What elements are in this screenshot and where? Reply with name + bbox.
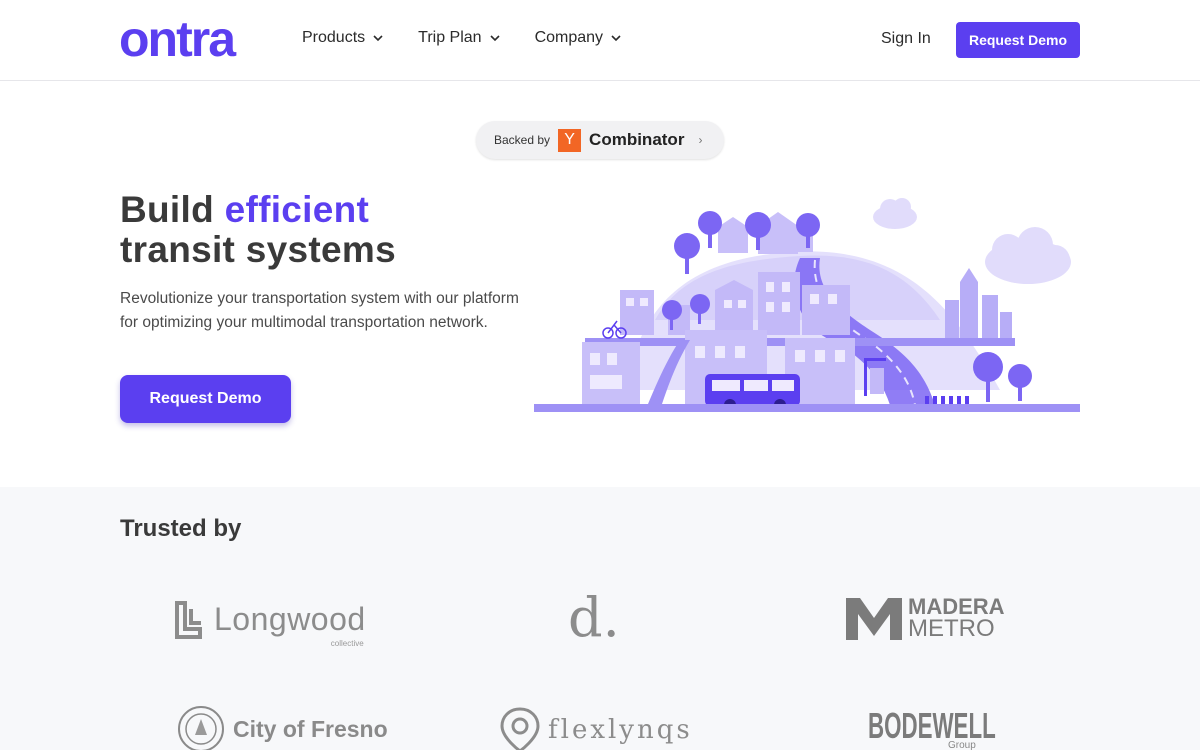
- longwood-text: Longwood: [214, 600, 366, 637]
- nav-company-label: Company: [534, 29, 604, 46]
- yc-name: Combinator: [589, 130, 685, 149]
- cloud-icon: [873, 198, 1071, 284]
- hero-title-accent: efficient: [224, 189, 370, 230]
- madera-mark-icon: [846, 598, 902, 640]
- hero-title-start: Build: [120, 189, 214, 230]
- hero-title-line2: transit systems: [120, 229, 396, 270]
- yc-logo: Y: [558, 128, 582, 152]
- logo-city-of-fresno: City of Fresno: [177, 705, 388, 750]
- nav-trip-plan-label: Trip Plan: [418, 29, 482, 46]
- site-header: ontra Products Trip Plan Company Sign In…: [0, 0, 1200, 81]
- chevron-down-icon: [373, 35, 383, 42]
- d-logo-text: d.: [568, 585, 620, 649]
- chevron-right-icon: ›: [698, 133, 703, 147]
- logo-d: d.: [568, 585, 620, 649]
- fresno-seal-icon: [178, 706, 224, 750]
- city-transit-illustration: [534, 198, 1080, 412]
- metro-text: METRO: [908, 615, 995, 642]
- logo-text: ontra: [119, 18, 237, 62]
- map-pin-icon: [500, 707, 540, 750]
- bodewell-sub: Group: [948, 740, 976, 750]
- longwood-sub: collective: [330, 639, 364, 648]
- main-nav: Products Trip Plan Company: [302, 29, 656, 47]
- logo-madera-metro: MADERA METRO: [844, 593, 1005, 643]
- trusted-by-section: Trusted by Longwood collective d. MADERA…: [0, 487, 1200, 750]
- backed-by-label: Backed by: [494, 133, 551, 147]
- flexlynqs-text: flexlynqs: [548, 715, 693, 745]
- bodewell-text: BODEWELL: [868, 705, 996, 746]
- trusted-by-title: Trusted by: [120, 515, 242, 542]
- request-demo-button-hero[interactable]: Request Demo: [120, 375, 291, 423]
- ontra-logo[interactable]: ontra: [119, 18, 257, 62]
- hero-title: Build efficient transit systems: [120, 190, 396, 270]
- logo-bodewell: BODEWELL Group: [868, 701, 1028, 750]
- sign-in-link[interactable]: Sign In: [881, 30, 931, 48]
- nav-products[interactable]: Products: [302, 29, 384, 47]
- logo-longwood: Longwood collective: [174, 595, 366, 648]
- nav-trip-plan[interactable]: Trip Plan: [418, 29, 500, 47]
- yc-badge-link[interactable]: Backed by Y Combinator ›: [476, 121, 724, 159]
- chevron-down-icon: [490, 35, 500, 42]
- nav-products-label: Products: [302, 29, 366, 46]
- longwood-mark-icon: [175, 601, 202, 639]
- ground-strip: [534, 404, 1080, 412]
- request-demo-button-header[interactable]: Request Demo: [956, 22, 1080, 58]
- nav-company[interactable]: Company: [535, 29, 622, 47]
- chevron-down-icon: [611, 35, 621, 42]
- hero-subtitle: Revolutionize your transportation system…: [120, 290, 519, 331]
- logo-flexlynqs: flexlynqs: [500, 705, 693, 750]
- fresno-text: City of Fresno: [233, 715, 388, 742]
